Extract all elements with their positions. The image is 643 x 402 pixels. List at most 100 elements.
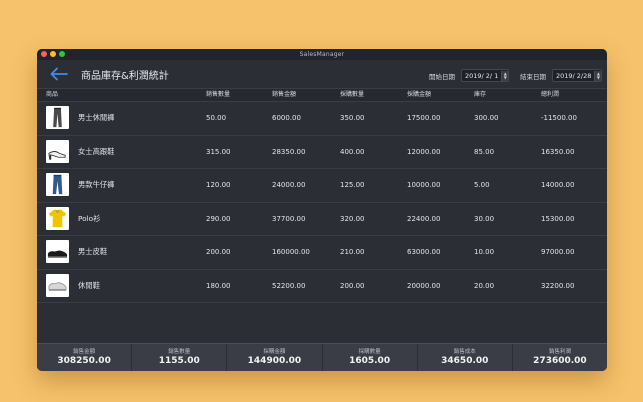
inventory-table: 商品 銷售數量 銷售金額 採購數量 採購金額 庫存 總利潤 男士休閒褲 50.0… xyxy=(37,88,607,303)
purchase-qty-cell: 200.00 xyxy=(340,281,365,290)
total-label: 採購數量 xyxy=(358,349,381,355)
column-header-purchase-amount[interactable]: 採購金額 xyxy=(407,89,431,101)
table-row[interactable]: 男款牛仔褲 120.00 24000.00 125.00 10000.00 5.… xyxy=(37,169,607,203)
total-value: 1155.00 xyxy=(158,356,200,366)
table-row[interactable]: 男士皮鞋 200.00 160000.00 210.00 63000.00 10… xyxy=(37,236,607,270)
column-header-sales-qty[interactable]: 銷售數量 xyxy=(206,89,230,101)
sales-amount-cell: 24000.00 xyxy=(272,181,306,189)
profit-cell: 32200.00 xyxy=(541,281,575,290)
profit-cell: 16350.00 xyxy=(541,147,575,156)
sales-amount-cell: 28350.00 xyxy=(272,147,306,156)
stock-cell: 85.00 xyxy=(474,147,495,156)
purchase-amount-cell: 12000.00 xyxy=(407,147,441,156)
profit-cell: -11500.00 xyxy=(541,114,577,122)
sales-qty-cell: 200.00 xyxy=(206,248,231,256)
table-row[interactable]: Polo衫 290.00 37700.00 320.00 22400.00 30… xyxy=(37,203,607,236)
purchase-qty-cell: 350.00 xyxy=(340,114,365,122)
sales-qty-cell: 50.00 xyxy=(206,114,227,122)
sales-amount-cell: 52200.00 xyxy=(272,281,306,290)
product-name: 女士高跟鞋 xyxy=(78,146,115,156)
stock-cell: 20.00 xyxy=(474,281,495,290)
end-date-label: 結束日期 xyxy=(520,72,546,81)
back-button[interactable] xyxy=(49,66,69,82)
heels-thumbnail-icon xyxy=(46,139,69,163)
total-label: 銷售數量 xyxy=(168,349,191,355)
window-title: SalesManager xyxy=(299,51,345,58)
total-label: 銷售成本 xyxy=(453,349,476,355)
purchase-amount-cell: 63000.00 xyxy=(407,248,441,256)
total-value: 144900.00 xyxy=(247,356,302,366)
total-purchase-amount: 採購金額 144900.00 xyxy=(227,344,323,371)
totals-footer: 銷售金額 308250.00 銷售數量 1155.00 採購金額 144900.… xyxy=(37,343,607,371)
total-value: 273600.00 xyxy=(533,356,587,366)
start-date-value: 2019/ 2/ 1 xyxy=(465,71,499,80)
profit-cell: 14000.00 xyxy=(541,181,575,189)
profit-cell: 97000.00 xyxy=(541,248,575,256)
total-label: 採購金額 xyxy=(263,349,286,355)
app-window: SalesManager 商品庫存&利潤統計 開始日期 2019/ 2/ 1 ▲… xyxy=(37,49,607,371)
table-row[interactable]: 女士高跟鞋 315.00 28350.00 400.00 12000.00 85… xyxy=(37,136,607,169)
sales-qty-cell: 290.00 xyxy=(206,214,231,223)
purchase-qty-cell: 400.00 xyxy=(340,147,365,156)
table-header: 商品 銷售數量 銷售金額 採購數量 採購金額 庫存 總利潤 xyxy=(37,88,607,102)
product-name: 休閒鞋 xyxy=(78,280,100,290)
stepper-down-icon: ▼ xyxy=(503,74,507,80)
column-header-sales-amount[interactable]: 銷售金額 xyxy=(272,89,296,101)
product-name: 男士皮鞋 xyxy=(78,247,108,256)
column-header-purchase-qty[interactable]: 採購數量 xyxy=(340,89,364,101)
total-value: 1605.00 xyxy=(349,356,391,366)
stock-cell: 300.00 xyxy=(474,114,499,122)
start-date-label: 開始日期 xyxy=(429,72,455,81)
sales-qty-cell: 315.00 xyxy=(206,147,231,156)
page-header: 商品庫存&利潤統計 開始日期 2019/ 2/ 1 ▲ ▼ 結束日期 2019/… xyxy=(37,60,607,88)
purchase-qty-cell: 320.00 xyxy=(340,214,365,223)
column-header-total-profit[interactable]: 總利潤 xyxy=(541,89,559,101)
total-cost-of-sales: 銷售成本 34650.00 xyxy=(418,344,513,371)
column-header-stock[interactable]: 庫存 xyxy=(474,89,486,101)
leather-shoes-thumbnail-icon xyxy=(46,240,69,263)
sales-amount-cell: 160000.00 xyxy=(272,248,310,256)
total-label: 銷售利潤 xyxy=(548,349,571,355)
stock-cell: 30.00 xyxy=(474,214,495,223)
total-sales-qty: 銷售數量 1155.00 xyxy=(132,344,228,371)
product-name: Polo衫 xyxy=(78,213,101,223)
stock-cell: 5.00 xyxy=(474,181,490,189)
purchase-amount-cell: 17500.00 xyxy=(407,114,441,122)
sales-qty-cell: 120.00 xyxy=(206,181,231,189)
profit-cell: 15300.00 xyxy=(541,214,575,223)
table-row[interactable]: 休閒鞋 180.00 52200.00 200.00 20000.00 20.0… xyxy=(37,270,607,303)
end-date-picker[interactable]: 2019/ 2/28 ▲ ▼ xyxy=(552,69,603,82)
total-purchase-qty: 採購數量 1605.00 xyxy=(323,344,418,371)
column-header-product[interactable]: 商品 xyxy=(46,89,58,101)
purchase-qty-cell: 210.00 xyxy=(340,248,365,256)
product-name: 男款牛仔褲 xyxy=(78,180,115,189)
start-date-picker[interactable]: 2019/ 2/ 1 ▲ ▼ xyxy=(461,69,510,82)
end-date-group: 結束日期 2019/ 2/28 ▲ ▼ xyxy=(520,69,603,82)
product-name: 男士休閒褲 xyxy=(78,113,115,122)
end-date-stepper[interactable]: ▲ ▼ xyxy=(594,70,602,81)
start-date-stepper[interactable]: ▲ ▼ xyxy=(501,70,509,81)
purchase-amount-cell: 22400.00 xyxy=(407,214,441,223)
jeans-thumbnail-icon xyxy=(46,173,69,196)
total-sales-amount: 銷售金額 308250.00 xyxy=(37,344,133,371)
sales-amount-cell: 6000.00 xyxy=(272,114,301,122)
arrow-left-icon xyxy=(50,67,68,81)
end-date-value: 2019/ 2/28 xyxy=(556,71,592,80)
total-value: 34650.00 xyxy=(441,356,489,366)
purchase-amount-cell: 10000.00 xyxy=(407,181,441,189)
stepper-down-icon: ▼ xyxy=(596,74,600,80)
start-date-group: 開始日期 2019/ 2/ 1 ▲ ▼ xyxy=(429,69,510,82)
page-title: 商品庫存&利潤統計 xyxy=(81,71,169,82)
purchase-amount-cell: 20000.00 xyxy=(407,281,441,290)
sneakers-thumbnail-icon xyxy=(46,273,69,297)
total-label: 銷售金額 xyxy=(73,349,96,355)
stock-cell: 10.00 xyxy=(474,248,495,256)
purchase-qty-cell: 125.00 xyxy=(340,181,365,189)
pants-thumbnail-icon xyxy=(46,106,69,129)
table-row[interactable]: 男士休閒褲 50.00 6000.00 350.00 17500.00 300.… xyxy=(37,102,607,136)
total-value: 308250.00 xyxy=(57,356,111,366)
total-sales-profit: 銷售利潤 273600.00 xyxy=(513,344,607,371)
title-bar: SalesManager xyxy=(37,49,607,60)
sales-qty-cell: 180.00 xyxy=(206,281,231,290)
sales-amount-cell: 37700.00 xyxy=(272,214,306,223)
